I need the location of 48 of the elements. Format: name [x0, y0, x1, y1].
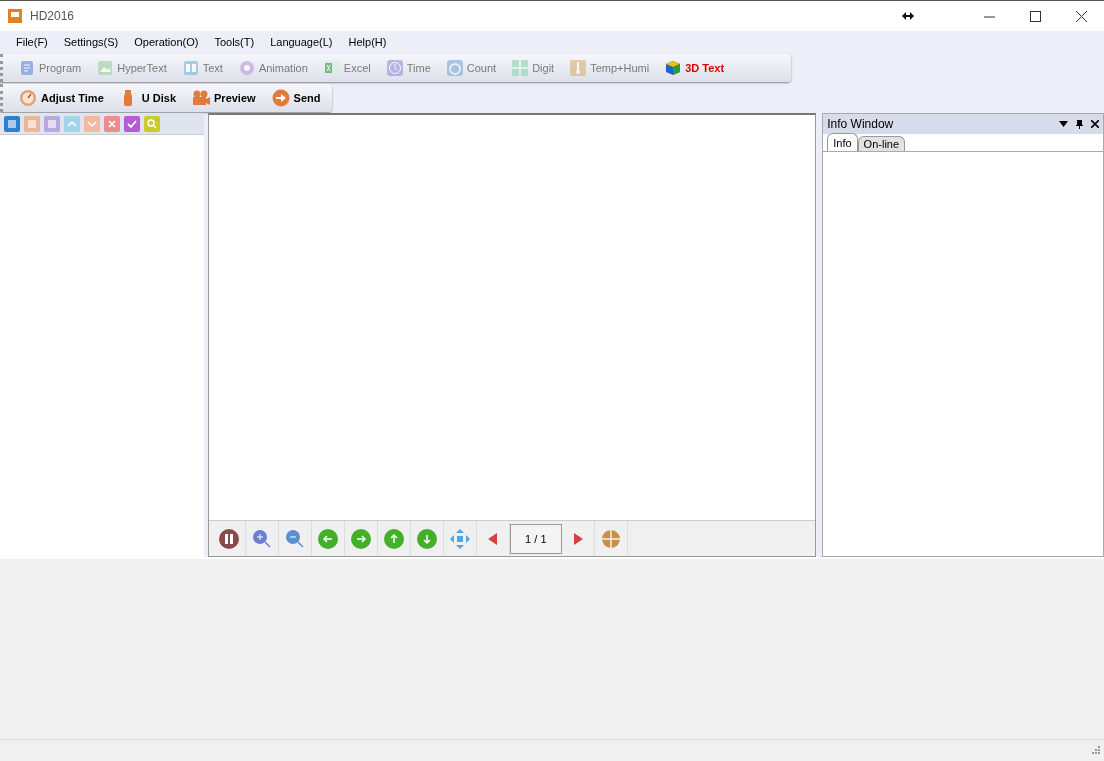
- pin-icon[interactable]: [1076, 119, 1083, 129]
- close-icon[interactable]: [1091, 120, 1099, 128]
- cube-icon: [665, 60, 682, 76]
- panel-tab[interactable]: On-line: [857, 136, 906, 151]
- clock-icon: [386, 60, 403, 76]
- spreadsheet-icon: [323, 60, 340, 76]
- move-up-icon[interactable]: [382, 527, 405, 550]
- checkmark-icon[interactable]: [124, 115, 140, 132]
- video-camera-icon: [192, 89, 210, 107]
- document-icon: [19, 60, 35, 76]
- delete-icon[interactable]: [104, 115, 120, 132]
- pause-icon[interactable]: [217, 527, 240, 550]
- move-arrows-icon[interactable]: [448, 527, 471, 550]
- maximize-icon[interactable]: [1029, 11, 1041, 23]
- thermometer-icon: [570, 60, 587, 76]
- search-icon[interactable]: [144, 115, 160, 132]
- toolbar-button[interactable]: Send: [263, 85, 329, 111]
- image-icon: [97, 60, 114, 76]
- chevron-down-icon[interactable]: [84, 115, 100, 132]
- target-icon[interactable]: [599, 527, 622, 550]
- move-left-icon[interactable]: [316, 527, 339, 550]
- dropdown-icon[interactable]: [1059, 121, 1068, 127]
- window-title: HD2016: [30, 8, 75, 25]
- page-field[interactable]: 1 / 1: [509, 523, 562, 554]
- resize-grip-icon: [1092, 746, 1100, 754]
- resize-cursor-icon: [902, 12, 914, 20]
- move-down-icon[interactable]: [415, 527, 438, 550]
- move-right-icon[interactable]: [349, 527, 372, 550]
- close-icon[interactable]: [1075, 11, 1087, 23]
- zoom-in-icon[interactable]: [250, 527, 273, 550]
- panel-tab[interactable]: Info: [827, 133, 858, 151]
- toolbar-button[interactable]: 3D Text: [657, 55, 733, 81]
- zoom-out-icon[interactable]: [283, 527, 306, 550]
- toolbar-button[interactable]: Adjust Time: [11, 85, 112, 111]
- chevron-up-icon[interactable]: [64, 115, 80, 132]
- panel-title: Info Window: [827, 116, 894, 133]
- toolbar-button[interactable]: U Disk: [111, 85, 184, 111]
- menu-item[interactable]: Operation(O): [126, 33, 207, 51]
- arrow-right-icon: [271, 89, 290, 107]
- menu-item[interactable]: Settings(S): [55, 33, 127, 51]
- menu-item[interactable]: Tools(T): [206, 33, 263, 51]
- gauge-icon: [19, 89, 37, 107]
- toolbar-button[interactable]: Preview: [184, 85, 264, 111]
- app-logo-icon: [8, 9, 22, 23]
- menu-item[interactable]: File(F): [8, 33, 56, 51]
- menu-item[interactable]: Help(H): [340, 33, 395, 51]
- calculator-icon: [512, 60, 529, 76]
- menu-item[interactable]: Language(L): [262, 33, 341, 51]
